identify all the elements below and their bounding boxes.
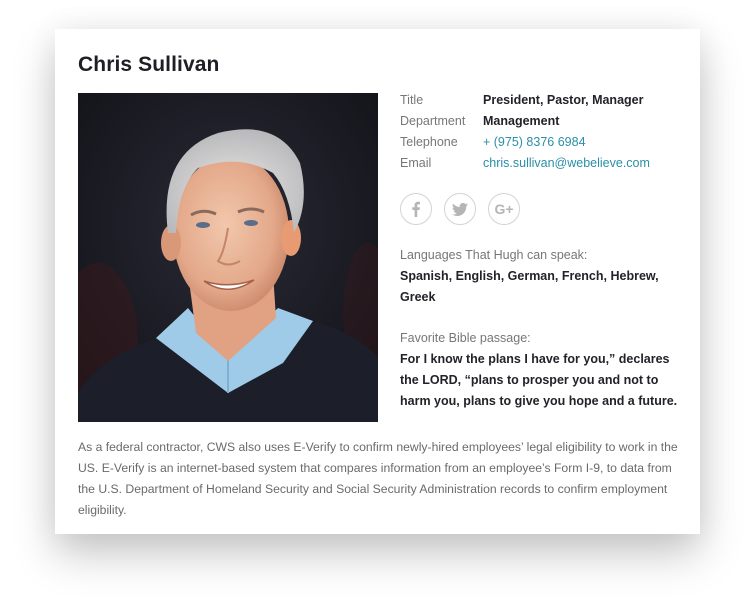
detail-label: Email [400,155,432,170]
bible-passage-text: For I know the plans I have for you,” de… [400,352,678,408]
facebook-button[interactable] [400,193,432,225]
twitter-button[interactable] [444,193,476,225]
profile-name: Chris Sullivan [78,53,220,76]
languages-caption: Languages That Hugh can speak: [400,248,588,262]
e-verify-notice: As a federal contractor, CWS also uses E… [78,440,678,517]
detail-row-email: Email chris.sullivan@webelieve.com [400,152,690,173]
google-plus-icon: G+ [494,201,514,217]
languages-value: Spanish, English, German, French, Hebrew… [400,269,659,304]
bible-passage-caption: Favorite Bible passage: [400,331,531,345]
detail-label: Telephone [400,134,458,149]
facebook-icon [412,201,420,217]
email-link[interactable]: chris.sullivan@webelieve.com [483,156,650,170]
detail-row-title: Title President, Pastor, Manager [400,89,690,110]
detail-row-telephone: Telephone + (975) 8376 6984 [400,131,690,152]
profile-details: Title President, Pastor, Manager Departm… [400,89,690,412]
profile-card: Chris Sullivan Title President, Pastor, … [55,29,700,534]
detail-value-title: President, Pastor, Manager [483,92,644,107]
profile-photo [78,93,378,422]
portrait-image [78,93,378,422]
detail-label: Title [400,92,424,107]
bible-passage-section: Favorite Bible passage: For I know the p… [400,328,690,412]
google-plus-button[interactable]: G+ [488,193,520,225]
twitter-icon [452,202,468,216]
detail-row-department: Department Management [400,110,690,131]
detail-value-department: Management [483,113,560,128]
social-links: G+ [400,193,690,225]
detail-label: Department [400,113,466,128]
languages-section: Languages That Hugh can speak: Spanish, … [400,245,690,308]
telephone-link[interactable]: + (975) 8376 6984 [483,135,586,149]
